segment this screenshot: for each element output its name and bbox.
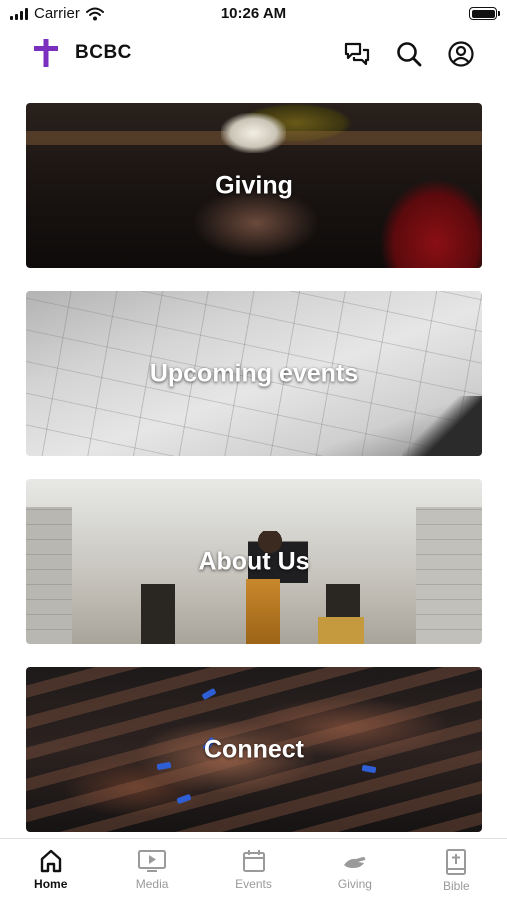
calendar-icon (242, 850, 265, 872)
tab-label: Media (135, 877, 169, 891)
tab-bible[interactable]: Bible (406, 839, 507, 900)
chat-icon (344, 42, 370, 66)
card-upcoming-events[interactable]: Upcoming events (26, 291, 482, 456)
app-actions (341, 38, 477, 70)
home-cards: Giving Upcoming events About Us Connect (26, 103, 482, 855)
bible-icon (446, 849, 467, 875)
account-button[interactable] (445, 38, 477, 70)
search-icon (397, 42, 422, 67)
tab-bar: Home Media Events Giving Bible (0, 838, 507, 900)
card-about-us[interactable]: About Us (26, 479, 482, 644)
app-title: BCBC (75, 42, 132, 63)
tab-giving[interactable]: Giving (304, 839, 405, 900)
chat-button[interactable] (341, 38, 373, 70)
card-label: Connect (204, 735, 304, 763)
search-button[interactable] (393, 38, 425, 70)
card-label: Giving (215, 171, 293, 199)
status-bar: Carrier 10:26 AM (0, 0, 507, 28)
tab-label: Events (235, 877, 272, 891)
battery-icon (469, 7, 500, 20)
tab-home[interactable]: Home (0, 839, 101, 900)
app-bar: BCBC (0, 28, 507, 80)
tab-label: Bible (442, 879, 470, 893)
card-giving[interactable]: Giving (26, 103, 482, 268)
tab-label: Giving (337, 877, 372, 891)
home-icon (40, 849, 61, 873)
tab-events[interactable]: Events (203, 839, 304, 900)
brand[interactable]: BCBC (33, 38, 132, 68)
media-icon (138, 850, 167, 872)
account-icon (448, 41, 474, 67)
tab-label: Home (34, 877, 68, 891)
status-time: 10:26 AM (220, 5, 287, 22)
giving-icon (343, 857, 366, 868)
tab-media[interactable]: Media (101, 839, 202, 900)
cross-icon (34, 39, 58, 67)
card-connect[interactable]: Connect (26, 667, 482, 832)
card-label: About Us (198, 547, 310, 575)
card-label: Upcoming events (149, 359, 359, 387)
